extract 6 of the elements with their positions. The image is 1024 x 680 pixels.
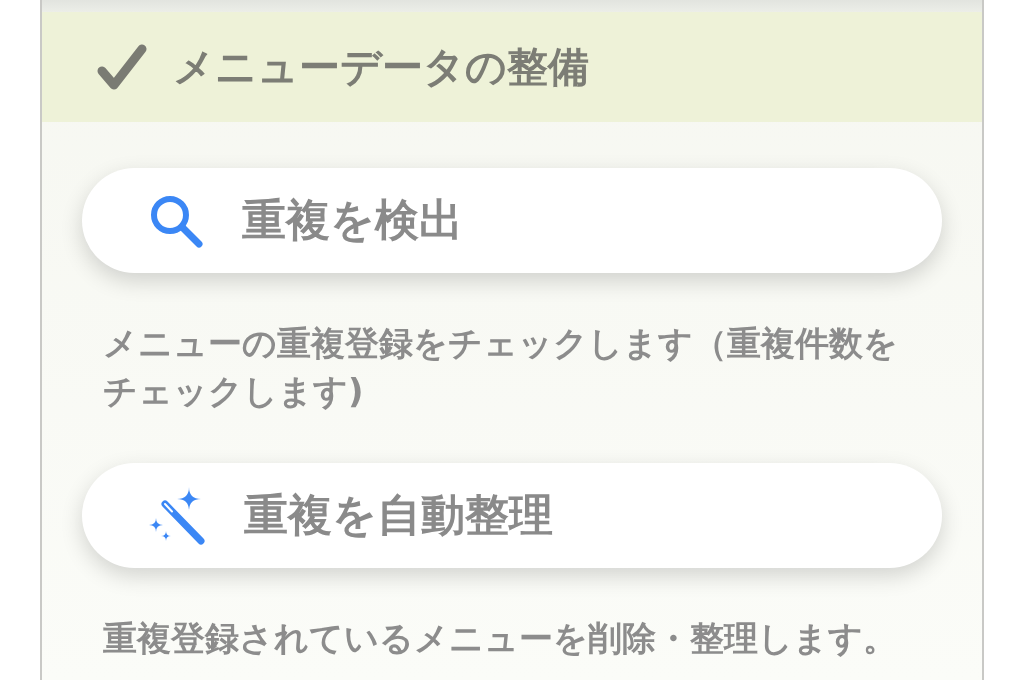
check-icon: [97, 44, 147, 90]
action-description: メニューの重複登録をチェックします（重複件数をチェックします): [102, 322, 899, 413]
action-button[interactable]: 重複を自動整理: [82, 463, 942, 568]
action-button[interactable]: 重複を検出: [82, 168, 942, 273]
action-description: 重複登録されているメニューを削除・整理します。: [102, 617, 898, 660]
section-title: メニューデータの整備: [173, 41, 589, 93]
